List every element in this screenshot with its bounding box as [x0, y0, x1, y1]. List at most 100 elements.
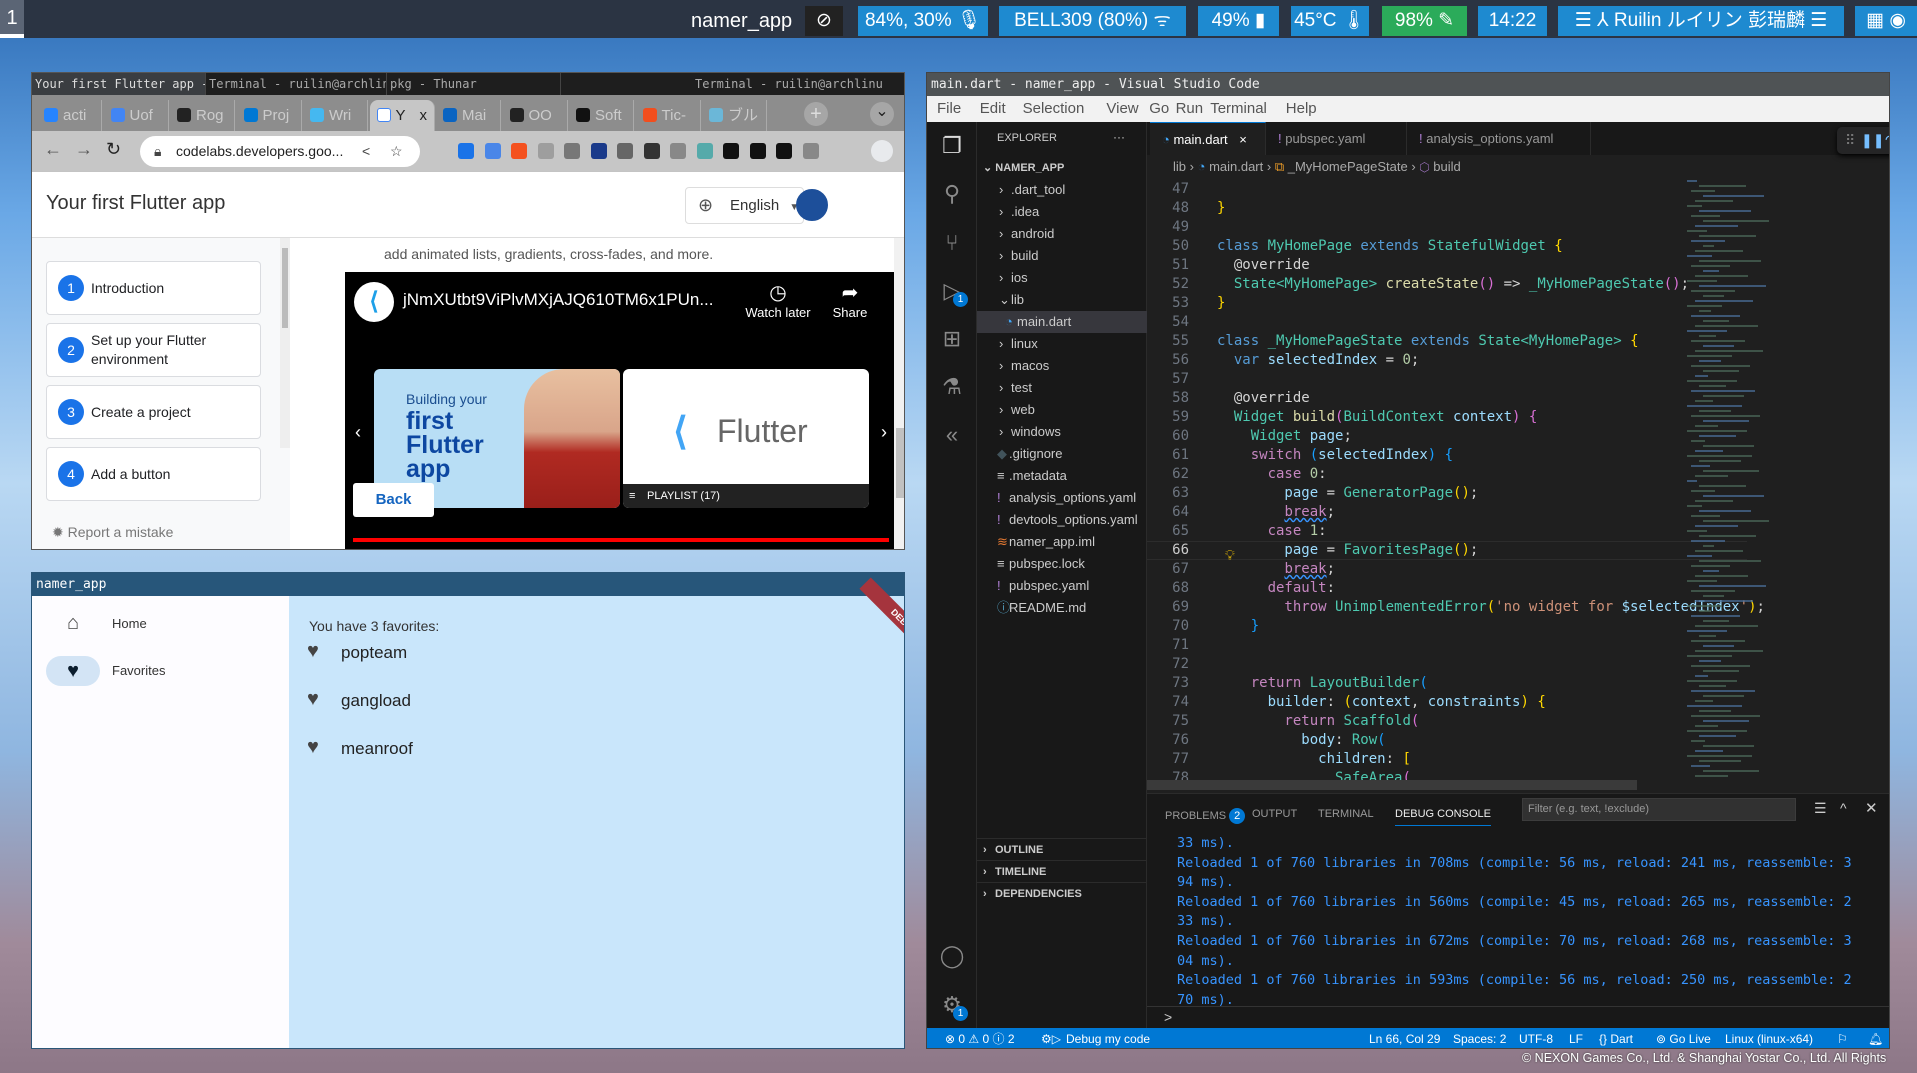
problems-status[interactable]: ⊗ 0 ⚠ 0 ⓘ 2 — [945, 1028, 1015, 1048]
extension-icon[interactable] — [590, 143, 607, 159]
channel-flutter-logo[interactable]: ⟨ — [354, 282, 394, 322]
console-prompt[interactable]: > — [1164, 1009, 1172, 1025]
volume-widget[interactable]: 84%, 30% 🎙 — [858, 6, 988, 36]
settings-gear-icon[interactable]: ⚙ 1 — [939, 992, 968, 1021]
step-item[interactable]: 2 Set up your Flutter environment — [46, 323, 261, 377]
browser-tab[interactable]: Uof — [104, 100, 169, 131]
language-selector[interactable]: ⊕ English ▼ — [685, 187, 804, 224]
code-line[interactable]: 63 page = GeneratorPage(); — [1147, 484, 1747, 503]
menu-go[interactable]: Go — [1145, 96, 1173, 122]
menu-help[interactable]: Help — [1282, 96, 1321, 122]
tree-item[interactable]: › macos — [977, 355, 1147, 377]
code-line[interactable]: 54 — [1147, 313, 1747, 332]
code-line[interactable]: 64 break; — [1147, 503, 1747, 522]
menu-terminal[interactable]: Terminal — [1206, 96, 1271, 122]
timeline-section[interactable]: › TIMELINE — [977, 860, 1147, 882]
watch-later-button[interactable]: ◷ Watch later — [743, 280, 813, 320]
code-line[interactable]: 52 State<MyHomePage> createState() => _M… — [1147, 275, 1747, 294]
device-selector[interactable]: Linux (linux-x64) — [1725, 1028, 1813, 1048]
tree-item[interactable]: ⓘ README.md — [977, 597, 1147, 619]
breadcrumb-item[interactable]: main.dart — [1209, 159, 1263, 174]
wm-tab[interactable]: Your first Flutter app - C — [32, 73, 206, 95]
cursor-position[interactable]: Ln 66, Col 29 — [1369, 1028, 1440, 1048]
code-line[interactable]: 59 Widget build(BuildContext context) { — [1147, 408, 1747, 427]
tree-item[interactable]: › .dart_tool — [977, 179, 1147, 201]
extension-icon[interactable] — [564, 143, 580, 159]
step-item[interactable]: 3 Create a project — [46, 385, 261, 439]
extension-icon[interactable] — [723, 143, 739, 159]
address-bar[interactable]: 🔒︎ codelabs.developers.goo... < ☆ — [140, 136, 420, 167]
close-panel-icon[interactable]: ✕ — [1865, 799, 1878, 817]
code-line[interactable]: 75 return Scaffold( — [1147, 712, 1747, 731]
encoding[interactable]: UTF-8 — [1519, 1028, 1553, 1048]
console-filter-input[interactable]: Filter (e.g. text, !exclude) — [1522, 798, 1796, 821]
browser-tab[interactable]: Proj — [237, 100, 302, 131]
new-tab-button[interactable]: + — [804, 102, 828, 126]
tree-item[interactable]: ≋ namer_app.iml — [977, 531, 1147, 553]
menu-view[interactable]: View — [1102, 96, 1142, 122]
brightness-widget[interactable]: 98% ✎ — [1382, 6, 1467, 36]
menu-edit[interactable]: Edit — [976, 96, 1010, 122]
share-button[interactable]: ➦ Share — [825, 280, 875, 320]
lightbulb-icon[interactable]: 💡︎ — [1225, 547, 1235, 564]
code-line[interactable]: 50 class MyHomePage extends StatefulWidge… — [1147, 237, 1747, 256]
testing-flask-icon[interactable]: ⚗ — [939, 374, 965, 400]
tree-item[interactable]: › linux — [977, 333, 1147, 355]
menu-run[interactable]: Run — [1172, 96, 1208, 122]
youtube-embed[interactable]: ⟨ jNmXUtbt9ViPlvMXjAJQ610TM6x1PUn... ◷ Wa… — [345, 272, 897, 549]
tree-item[interactable]: › android — [977, 223, 1147, 245]
battery-widget[interactable]: 49% ▮ — [1198, 6, 1279, 36]
panel-tab-terminal[interactable]: TERMINAL — [1318, 808, 1374, 820]
kebab-menu-icon[interactable]: ⋮ — [896, 139, 904, 160]
tree-item[interactable]: › test — [977, 377, 1147, 399]
bookmark-star-icon[interactable]: ☆ — [390, 136, 403, 167]
code-line[interactable]: 58 @override — [1147, 389, 1747, 408]
code-line[interactable]: 74 builder: (context, constraints) { — [1147, 693, 1747, 712]
code-line[interactable]: 67 break; — [1147, 560, 1747, 579]
code-line[interactable]: 61 switch (selectedIndex) { — [1147, 446, 1747, 465]
search-icon[interactable]: ⚲ — [939, 181, 965, 207]
home-icon[interactable]: ⌂ — [46, 608, 100, 638]
wm-tab[interactable]: Terminal - ruilin@archlinu — [206, 73, 387, 95]
code-line[interactable]: 47 — [1147, 180, 1747, 199]
code-line[interactable]: 60 Widget page; — [1147, 427, 1747, 446]
extension-icon[interactable] — [643, 143, 660, 159]
browser-tab[interactable]: Yx — [369, 100, 435, 131]
code-line[interactable]: 56 var selectedIndex = 0; — [1147, 351, 1747, 370]
wm-tab[interactable]: Terminal - ruilin@archlinu — [692, 73, 904, 95]
tab-pubspec-yaml[interactable]: ! pubspec.yaml — [1266, 122, 1407, 155]
extension-icon[interactable] — [617, 143, 633, 159]
minimap[interactable] — [1687, 180, 1797, 790]
browser-tab[interactable]: Tic- — [636, 100, 701, 131]
system-tray[interactable]: ▦ ◉ — [1855, 6, 1917, 36]
tree-item[interactable]: › build — [977, 245, 1147, 267]
tree-item[interactable]: ◔ main.dart — [977, 311, 1147, 333]
step-item[interactable]: 1 Introduction — [46, 261, 261, 315]
clear-console-icon[interactable]: ☰ — [1814, 800, 1827, 817]
profile-avatar[interactable] — [871, 140, 893, 162]
language-mode[interactable]: {} Dart — [1599, 1028, 1633, 1048]
wm-tab[interactable]: pkg - Thunar — [387, 73, 561, 95]
user-menu[interactable]: ☰ ⅄ Ruilin ルイリン 彭瑞麟 ☰ — [1558, 6, 1844, 36]
browser-tab[interactable]: Wri — [303, 100, 368, 131]
pause-icon[interactable]: ❚❚ — [1861, 127, 1884, 154]
extension-icon[interactable] — [802, 143, 819, 159]
panel-tab-output[interactable]: OUTPUT — [1252, 808, 1297, 820]
tree-item[interactable]: › .idea — [977, 201, 1147, 223]
video-progress-bar[interactable] — [353, 538, 889, 542]
workspace-indicator[interactable]: 1 — [0, 0, 24, 38]
code-line[interactable]: 49 — [1147, 218, 1747, 237]
line-ending[interactable]: LF — [1569, 1028, 1583, 1048]
code-line[interactable]: 62 case 0: — [1147, 465, 1747, 484]
extension-icon[interactable] — [776, 143, 792, 159]
extension-icon[interactable] — [696, 143, 713, 159]
code-line[interactable]: 69 throw UnimplementedError('no widget f… — [1147, 598, 1765, 617]
video-title[interactable]: jNmXUtbt9ViPlvMXjAJQ610TM6x1PUn... — [403, 290, 714, 310]
feedback-icon[interactable]: ⚐ — [1837, 1028, 1848, 1048]
debug-config[interactable]: Debug my code — [1066, 1028, 1150, 1048]
run-debug-icon[interactable]: ▷ 1 — [939, 278, 968, 307]
project-root[interactable]: ⌄ NAMER_APP — [977, 157, 1147, 179]
extension-icon[interactable] — [484, 143, 501, 159]
browser-tab[interactable]: OO — [503, 100, 568, 131]
extension-icon[interactable] — [670, 143, 686, 159]
